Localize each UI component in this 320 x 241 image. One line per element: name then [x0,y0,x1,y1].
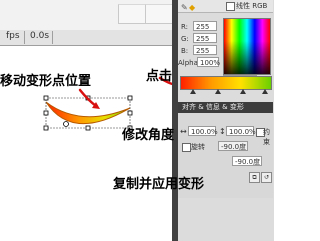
b-label: B: [181,47,189,55]
gradient-definition-bar[interactable] [180,76,272,90]
transform-point[interactable] [63,121,69,127]
copy-apply-transform-button[interactable]: ⧉ [249,172,260,183]
r-label: R: [181,23,189,31]
constrain-label: 约束 [263,128,270,146]
b-input[interactable]: 255 [193,45,217,55]
annotation-modify-angle: 修改角度 [122,128,175,143]
color-spectrum[interactable] [223,18,271,75]
annotation-move-transform-point: 移动变形点位置 [0,74,92,89]
reset-transform-button[interactable]: ↺ [261,172,272,183]
gradient-crescent-shape[interactable] [45,101,131,125]
height-scale-icon: ↕ [219,127,226,136]
linear-rgb-checkbox[interactable] [226,2,235,11]
transform-handle[interactable] [43,125,49,131]
width-scale-icon: ↔ [180,127,187,136]
annotation-click: 点击 [146,69,173,84]
gradient-pointer[interactable] [190,89,196,94]
transform-handle[interactable] [127,110,133,116]
pencil-icon[interactable]: ✎ [181,3,188,12]
gradient-pointer[interactable] [215,89,221,94]
rotate-radio[interactable] [182,143,191,152]
gradient-pointer[interactable] [262,89,268,94]
g-label: G: [181,35,189,43]
rotate-input[interactable]: -90.0度 [218,141,248,151]
transform-handle[interactable] [85,125,91,131]
skew-input[interactable]: -90.0度 [232,156,262,166]
gradient-pointer[interactable] [240,89,246,94]
g-input[interactable]: 255 [193,33,217,43]
height-scale-input[interactable]: 100.0% [226,126,256,136]
annotation-copy-apply-transform: 复制并应用变形 [113,177,205,192]
r-input[interactable]: 255 [193,21,217,31]
transform-handle[interactable] [43,110,49,116]
transform-panel-header[interactable]: 对齐 & 信息 & 变形 [178,102,273,113]
paint-bucket-icon[interactable]: ◆ [189,3,195,12]
transform-handle[interactable] [43,95,49,101]
transform-handle[interactable] [127,95,133,101]
linear-rgb-label: 线性 RGB [236,2,268,10]
width-scale-input[interactable]: 100.0% [188,126,218,136]
rotate-label: 旋转 [191,143,205,151]
alpha-input[interactable]: 100% [197,57,220,67]
